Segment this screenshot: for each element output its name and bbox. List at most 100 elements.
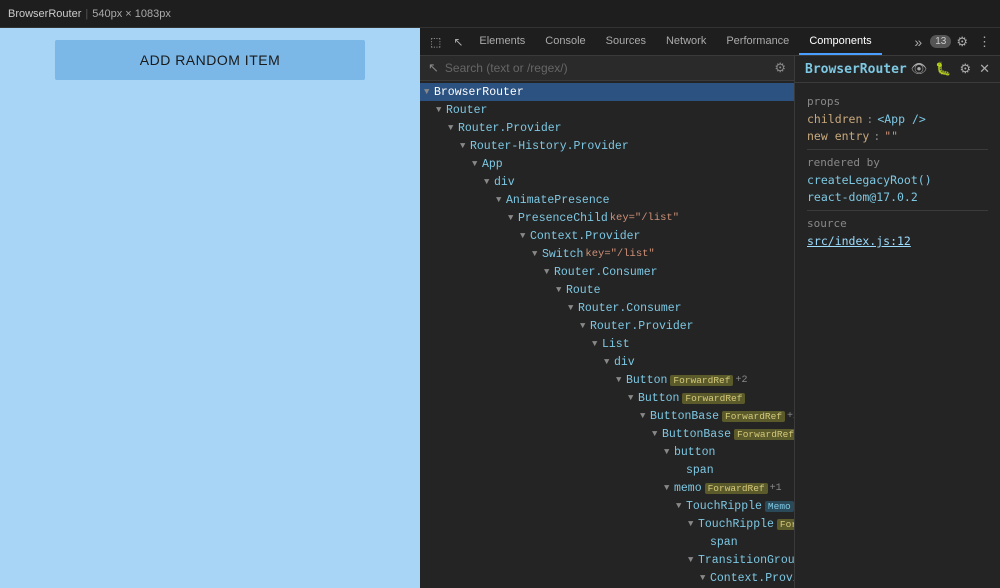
prop-value-children: <App /> xyxy=(877,112,925,126)
arrow-button-1 xyxy=(616,375,626,385)
divider-2 xyxy=(807,210,988,211)
sidebar-component-name: BrowserRouter xyxy=(805,62,907,77)
tree-node-switch[interactable]: Switch key="/list" xyxy=(420,245,794,263)
top-bar-app-title: BrowserRouter xyxy=(8,8,81,20)
props-content: props children : <App /> new entry : "" … xyxy=(795,83,1000,588)
arrow-router-provider-2 xyxy=(580,321,590,331)
tree-node-app[interactable]: App xyxy=(420,155,794,173)
settings-icon[interactable]: ⚙ xyxy=(951,34,973,50)
source-label: source xyxy=(807,217,988,230)
sidebar-toolbar: BrowserRouter 👁 🐛 ⚙ ✕ xyxy=(795,56,1000,83)
tree-node-touch-ripple-fwd[interactable]: TouchRipple ForwardRef xyxy=(420,515,794,533)
arrow-touch-ripple-fwd xyxy=(688,519,698,529)
tree-node-presence-child[interactable]: PresenceChild key="/list" xyxy=(420,209,794,227)
sidebar-settings-icon[interactable]: ⚙ xyxy=(955,61,975,77)
tree-node-buttonbase-2[interactable]: ButtonBase ForwardRef xyxy=(420,425,794,443)
arrow-button-2 xyxy=(628,393,638,403)
arrow-presence-child xyxy=(508,213,518,223)
arrow-memo xyxy=(664,483,674,493)
arrow-list xyxy=(592,339,602,349)
tab-console[interactable]: Console xyxy=(535,28,595,55)
tree-node-route[interactable]: Route xyxy=(420,281,794,299)
tree-node-buttonbase-1[interactable]: ButtonBase ForwardRef +2 xyxy=(420,407,794,425)
prop-row-new-entry: new entry : "" xyxy=(807,129,988,143)
sidebar-eye-icon[interactable]: 👁 xyxy=(907,61,932,77)
props-sidebar: BrowserRouter 👁 🐛 ⚙ ✕ props children : <… xyxy=(795,56,1000,588)
top-bar: BrowserRouter | 540px × 1083px xyxy=(0,0,1000,28)
prop-key-new-entry: new entry xyxy=(807,129,869,143)
arrow-button-native xyxy=(664,447,674,457)
arrow-router-provider xyxy=(448,123,458,133)
component-tree-panel: ↖ ⚙ BrowserRouter Router xyxy=(420,56,795,588)
tree-node-div-2[interactable]: div xyxy=(420,353,794,371)
tree-node-touch-ripple-memo[interactable]: TouchRipple Memo xyxy=(420,497,794,515)
arrow-router-consumer-2 xyxy=(568,303,578,313)
search-input[interactable] xyxy=(445,61,768,75)
tab-network[interactable]: Network xyxy=(656,28,716,55)
tree-node-router-history-provider[interactable]: Router-History.Provider xyxy=(420,137,794,155)
tab-sources[interactable]: Sources xyxy=(596,28,656,55)
tree-node-router-consumer-2[interactable]: Router.Consumer xyxy=(420,299,794,317)
rendered-by-value-2: react-dom@17.0.2 xyxy=(807,190,918,204)
tree-node-router-provider[interactable]: Router.Provider xyxy=(420,119,794,137)
tree-node-memo[interactable]: memo ForwardRef +1 xyxy=(420,479,794,497)
arrow-buttonbase-2 xyxy=(652,429,662,439)
sidebar-close-icon[interactable]: ✕ xyxy=(975,61,994,77)
tree-node-div-1[interactable]: div xyxy=(420,173,794,191)
source-link[interactable]: src/index.js:12 xyxy=(807,234,988,248)
tree-node-router-consumer-1[interactable]: Router.Consumer xyxy=(420,263,794,281)
divider-1 xyxy=(807,149,988,150)
devtools-tabs-bar: ⬚ ↖ Elements Console Sources Network Per… xyxy=(420,28,1000,56)
rendered-by-row-2: react-dom@17.0.2 xyxy=(807,190,988,204)
preview-pane: ADD RANDOM ITEM xyxy=(0,28,420,588)
tab-performance[interactable]: Performance xyxy=(716,28,799,55)
search-bar: ↖ ⚙ xyxy=(420,56,794,81)
more-options-icon[interactable]: ⋮ xyxy=(973,34,996,50)
cursor-icon[interactable]: ↖ xyxy=(447,35,469,49)
tree-node-context-provider-2[interactable]: Context.Provider xyxy=(420,569,794,587)
rendered-by-label: rendered by xyxy=(807,156,988,169)
more-tabs-icon[interactable]: » xyxy=(910,34,926,50)
tree-node-transition-group-1[interactable]: TransitionGroup xyxy=(420,551,794,569)
tree-node-router[interactable]: Router xyxy=(420,101,794,119)
arrow-transition-group-1 xyxy=(688,555,698,565)
rendered-by-value-1[interactable]: createLegacyRoot() xyxy=(807,173,932,187)
tree-node-browser-router[interactable]: BrowserRouter xyxy=(420,83,794,101)
arrow-switch xyxy=(532,249,542,259)
tree-node-button-1[interactable]: Button ForwardRef +2 xyxy=(420,371,794,389)
prop-key-children: children xyxy=(807,112,862,126)
component-tree-list[interactable]: BrowserRouter Router Router.Provider Rou… xyxy=(420,81,794,588)
error-badge: 13 xyxy=(930,35,951,48)
sidebar-bug-icon[interactable]: 🐛 xyxy=(931,61,955,77)
navigate-back-icon[interactable]: ↖ xyxy=(428,60,439,76)
arrow-div-2 xyxy=(604,357,614,367)
arrow-router-history-provider xyxy=(460,141,470,151)
tree-node-list[interactable]: List xyxy=(420,335,794,353)
inspect-icon[interactable]: ⬚ xyxy=(424,35,447,49)
tree-node-context-provider-1[interactable]: Context.Provider xyxy=(420,227,794,245)
search-settings-icon[interactable]: ⚙ xyxy=(774,60,786,76)
arrow-router xyxy=(436,105,446,115)
arrow-div-1 xyxy=(484,177,494,187)
arrow-touch-ripple-memo xyxy=(676,501,686,511)
prop-value-new-entry: "" xyxy=(884,129,898,143)
add-random-button[interactable]: ADD RANDOM ITEM xyxy=(55,40,365,80)
tree-node-button-native[interactable]: button xyxy=(420,443,794,461)
tree-node-span-2[interactable]: span xyxy=(420,533,794,551)
rendered-by-row-1: createLegacyRoot() xyxy=(807,173,988,187)
props-section-label: props xyxy=(807,95,988,108)
tree-node-animate-presence[interactable]: AnimatePresence xyxy=(420,191,794,209)
tab-elements[interactable]: Elements xyxy=(469,28,535,55)
devtools-content: ↖ ⚙ BrowserRouter Router xyxy=(420,56,1000,588)
tab-components[interactable]: Components xyxy=(799,28,881,55)
devtools-panel: ⬚ ↖ Elements Console Sources Network Per… xyxy=(420,28,1000,588)
arrow-buttonbase-1 xyxy=(640,411,650,421)
arrow-browser-router xyxy=(424,87,434,97)
arrow-context-provider-2 xyxy=(700,573,710,583)
tree-node-router-provider-2[interactable]: Router.Provider xyxy=(420,317,794,335)
top-bar-separator: | xyxy=(85,8,88,20)
top-bar-dimensions: 540px × 1083px xyxy=(92,8,171,20)
arrow-app xyxy=(472,159,482,169)
tree-node-span-1[interactable]: span xyxy=(420,461,794,479)
tree-node-button-2[interactable]: Button ForwardRef xyxy=(420,389,794,407)
